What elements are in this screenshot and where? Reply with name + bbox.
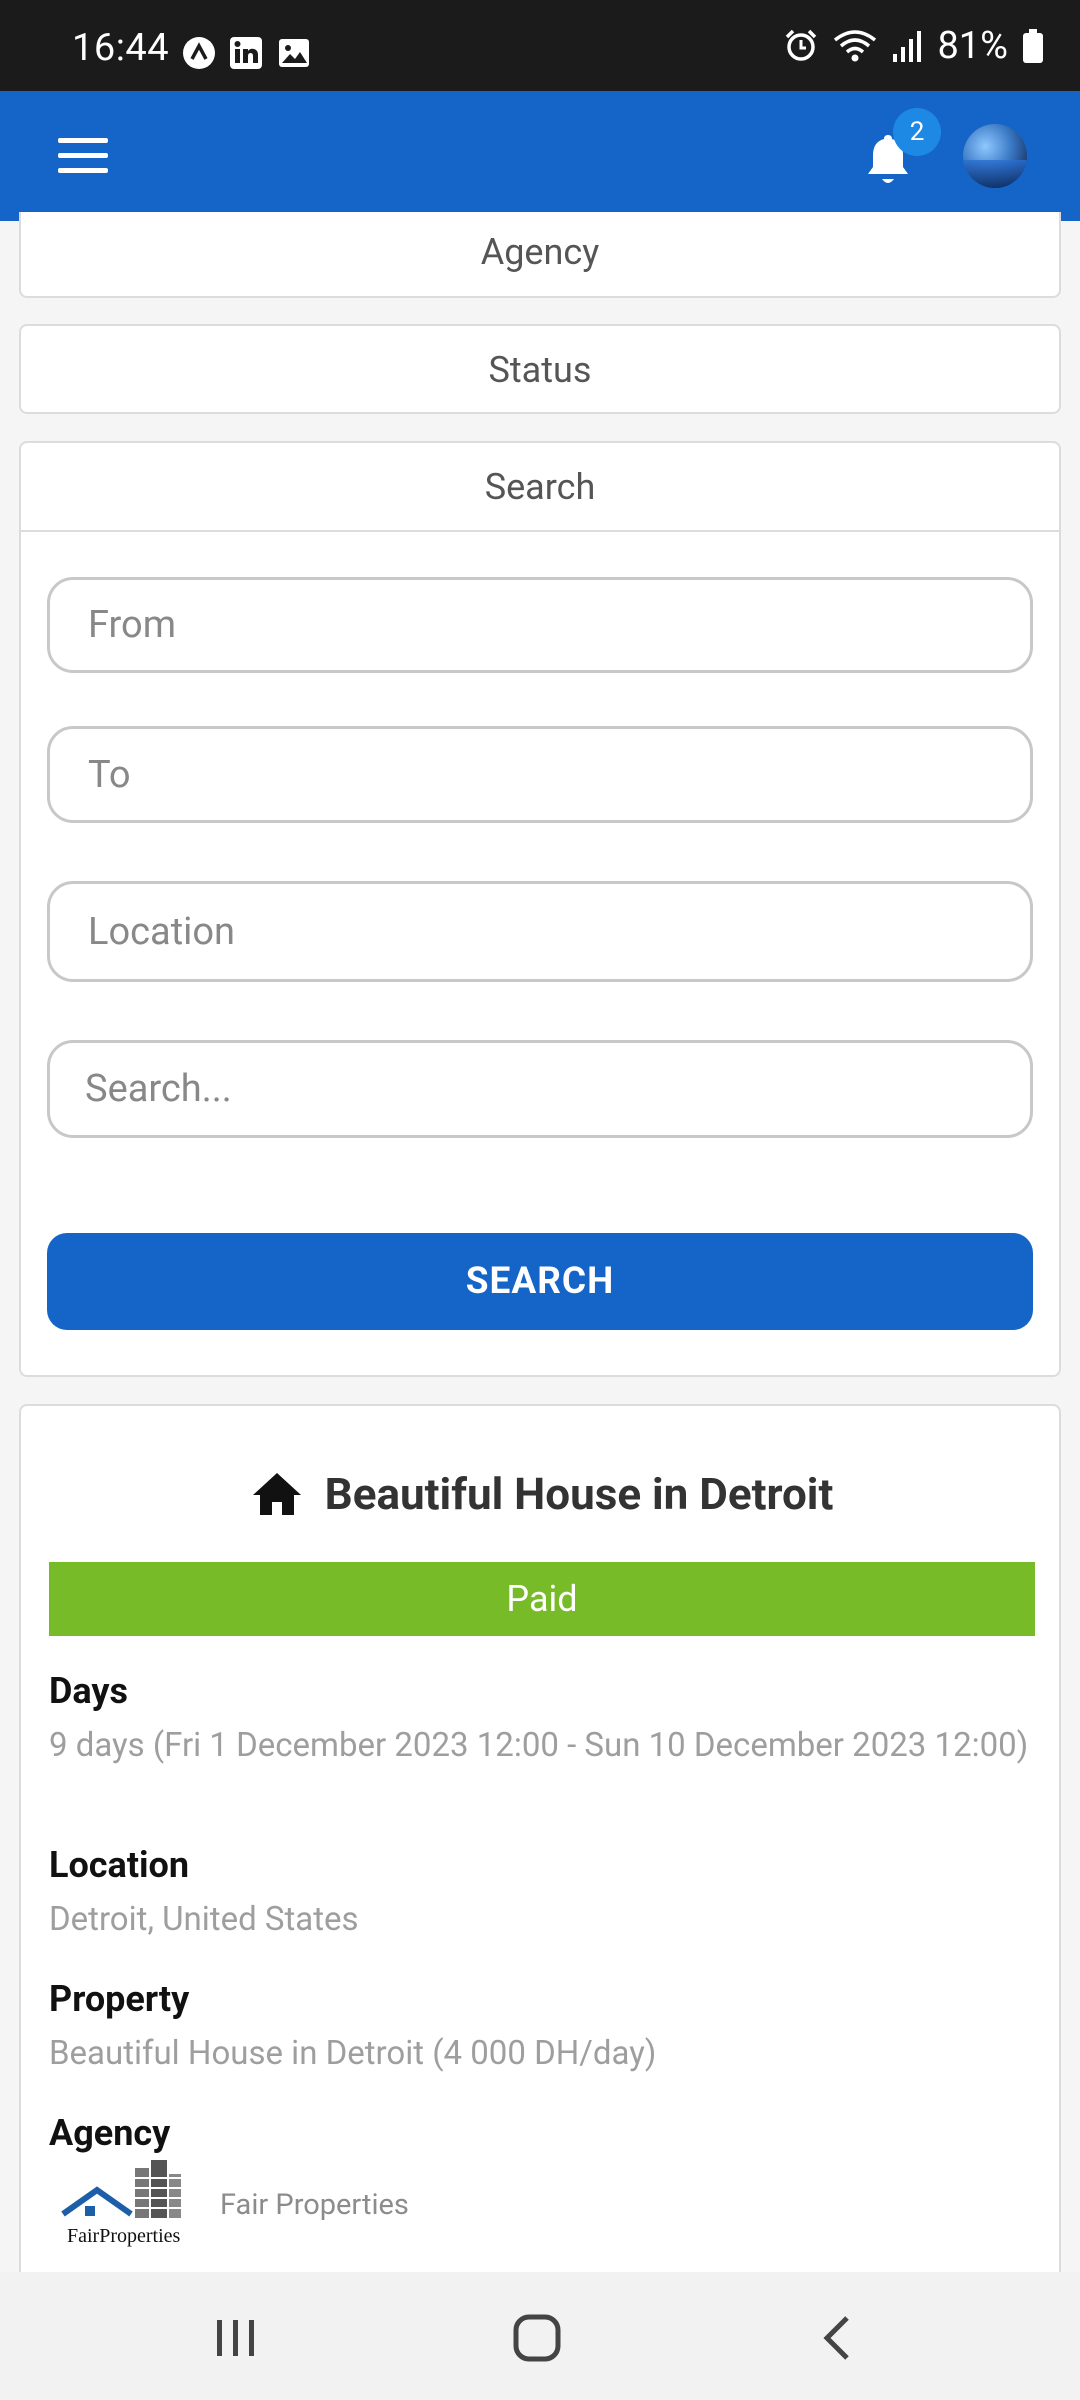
home-icon	[252, 1473, 301, 1515]
status-bar: 16:44 81%	[0, 0, 1080, 91]
agency-logo: FairProperties	[61, 2160, 181, 2247]
search-filter-title[interactable]: Search	[21, 443, 1059, 532]
battery-percentage: 81%	[937, 24, 1008, 68]
from-date-input[interactable]: From	[47, 577, 1033, 673]
system-nav-bar	[0, 2272, 1080, 2400]
status-time: 16:44	[72, 26, 170, 70]
search-input[interactable]: Search...	[47, 1040, 1033, 1138]
linkedin-icon	[230, 37, 262, 69]
notification-badge: 2	[893, 108, 941, 156]
booking-card: Beautiful House in Detroit Paid Days 9 d…	[19, 1404, 1061, 2304]
agency-filter-panel[interactable]: Agency	[19, 212, 1061, 298]
agency-name: Fair Properties	[220, 2188, 409, 2222]
agency-logo-text: FairProperties	[67, 2225, 181, 2247]
alarm-icon	[786, 29, 817, 61]
status-badge: Paid	[49, 1562, 1035, 1636]
location-label: Location	[49, 1844, 190, 1886]
property-value: Beautiful House in Detroit (4 000 DH/day…	[49, 2034, 657, 2073]
booking-title-row: Beautiful House in Detroit	[21, 1468, 1063, 1520]
status-filter-panel[interactable]: Status	[19, 324, 1061, 414]
to-date-input[interactable]: To	[47, 726, 1033, 823]
battery-icon	[1023, 29, 1043, 63]
agency-filter-title: Agency	[480, 231, 600, 273]
gallery-icon	[279, 39, 309, 67]
back-icon[interactable]	[809, 2310, 869, 2366]
location-value: Detroit, United States	[49, 1900, 359, 1939]
signal-icon	[893, 31, 922, 62]
search-button[interactable]: SEARCH	[47, 1233, 1033, 1330]
booking-title: Beautiful House in Detroit	[324, 1468, 834, 1520]
days-label: Days	[49, 1670, 129, 1712]
avatar[interactable]	[963, 124, 1027, 188]
screen: 16:44 81% 2 Agency Status Search From To…	[0, 0, 1080, 2400]
status-filter-title: Status	[488, 349, 592, 391]
location-input[interactable]: Location	[47, 881, 1033, 982]
app-bar: 2	[0, 91, 1080, 221]
property-label: Property	[49, 1978, 190, 2020]
home-nav-icon[interactable]	[507, 2310, 567, 2366]
days-value: 9 days (Fri 1 December 2023 12:00 - Sun …	[49, 1726, 1029, 1765]
status-right: 81%	[783, 24, 1044, 68]
wifi-icon	[834, 30, 877, 62]
agency-label: Agency	[49, 2112, 171, 2154]
hamburger-icon[interactable]	[58, 138, 108, 174]
app-icon	[183, 37, 215, 69]
recent-apps-icon[interactable]	[205, 2310, 265, 2366]
